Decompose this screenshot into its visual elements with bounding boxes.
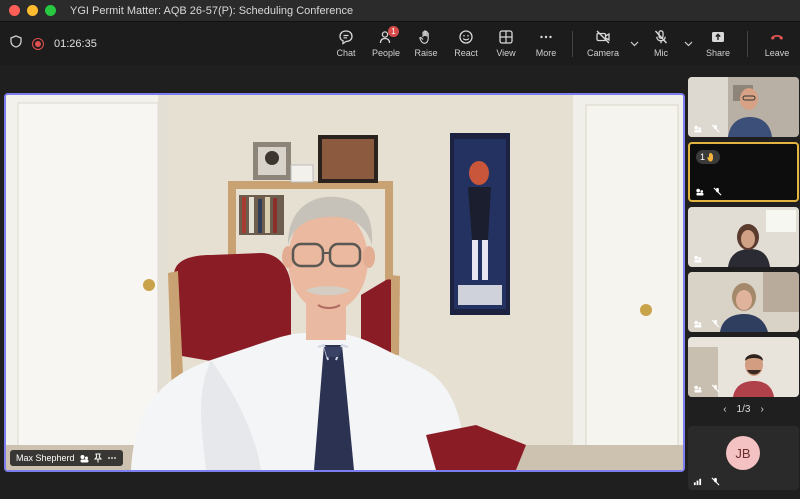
meeting-timer: 01:26:35 xyxy=(54,37,97,50)
people-count-badge: 1 xyxy=(388,26,399,37)
more-options-icon[interactable] xyxy=(107,453,117,463)
more-icon xyxy=(540,35,552,39)
chevron-down-icon xyxy=(684,41,692,46)
raise-hand-icon xyxy=(419,30,429,44)
view-icon xyxy=(499,30,513,44)
close-window-button[interactable] xyxy=(9,5,20,16)
participant-gallery: 1 ‹ 1/3 › JB xyxy=(687,65,800,499)
page-indicator: 1/3 xyxy=(736,404,751,415)
camera-label: Camera xyxy=(586,48,619,58)
mic-off-icon xyxy=(713,187,722,196)
recording-icon xyxy=(32,37,44,50)
mic-off-icon xyxy=(711,319,720,328)
mic-off-icon xyxy=(711,477,720,486)
camera-options-chevron[interactable] xyxy=(627,41,641,47)
toolbar-divider xyxy=(572,30,573,57)
participant-video-feed xyxy=(688,207,799,267)
window-title-bar: YGI Permit Matter: AQB 26-57(P): Schedul… xyxy=(0,0,800,22)
tile-status-icons xyxy=(693,477,720,486)
people-label: People xyxy=(371,48,401,58)
view-label: View xyxy=(496,48,516,58)
camera-off-icon xyxy=(596,30,610,44)
previous-page-button[interactable]: ‹ xyxy=(723,404,726,415)
audio-level-icon xyxy=(80,455,89,463)
meeting-toolbar: 01:26:35 Chat 1 People Raise React View … xyxy=(0,22,800,65)
mic-label: Mic xyxy=(654,48,668,58)
chat-button[interactable]: Chat xyxy=(326,29,366,58)
view-button[interactable]: View xyxy=(486,29,526,58)
speaker-name: Max Shepherd xyxy=(16,453,75,463)
chat-label: Chat xyxy=(336,48,356,58)
avatar: JB xyxy=(726,436,760,470)
react-label: React xyxy=(454,48,478,58)
audio-level-icon xyxy=(694,385,702,393)
mic-button[interactable]: Mic xyxy=(641,29,681,58)
raise-label: Raise xyxy=(414,48,438,58)
chat-icon xyxy=(339,30,353,45)
tile-status-icons xyxy=(693,254,702,263)
chevron-down-icon xyxy=(630,41,638,46)
tile-status-icons xyxy=(693,124,720,133)
phone-hangup-icon xyxy=(771,35,783,40)
shield-icon[interactable] xyxy=(10,34,22,53)
participant-tile-3[interactable] xyxy=(688,207,799,267)
mic-off-icon xyxy=(711,384,720,393)
next-page-button[interactable]: › xyxy=(760,404,763,415)
participant-tile-2[interactable]: 1 xyxy=(688,142,799,202)
mic-options-chevron[interactable] xyxy=(681,41,695,47)
mic-off-icon xyxy=(711,124,720,133)
tile-status-icons xyxy=(693,384,720,393)
audio-level-icon xyxy=(694,125,702,133)
raise-hand-icon xyxy=(707,152,714,162)
window-controls xyxy=(9,5,56,16)
share-label: Share xyxy=(705,48,731,58)
audio-level-icon xyxy=(694,320,702,328)
react-button[interactable]: React xyxy=(446,29,486,58)
pin-icon[interactable] xyxy=(93,453,103,463)
people-button[interactable]: 1 People xyxy=(366,26,406,58)
leave-label: Leave xyxy=(764,48,790,58)
gallery-pager: ‹ 1/3 › xyxy=(687,404,800,415)
react-icon xyxy=(459,30,473,44)
mic-off-icon xyxy=(654,30,668,44)
share-icon xyxy=(712,32,724,42)
audio-level-icon xyxy=(694,255,702,263)
raise-hand-button[interactable]: Raise xyxy=(406,29,446,58)
audio-level-icon xyxy=(696,188,704,196)
participant-tile-4[interactable] xyxy=(688,272,799,332)
more-button[interactable]: More xyxy=(526,29,566,58)
main-speaker-video[interactable]: Max Shepherd xyxy=(4,93,685,472)
participant-tile-5[interactable] xyxy=(688,337,799,397)
signal-icon xyxy=(693,478,702,486)
camera-button[interactable]: Camera xyxy=(579,29,627,58)
leave-button[interactable]: Leave xyxy=(754,29,800,58)
raised-hand-count: 1 xyxy=(700,152,706,162)
tile-status-icons xyxy=(695,187,722,196)
tile-status-icons xyxy=(693,319,720,328)
participant-tile-avatar[interactable]: JB xyxy=(688,426,799,490)
speaker-name-tag: Max Shepherd xyxy=(10,450,123,466)
toolbar-divider xyxy=(747,30,748,57)
raised-hand-indicator: 1 xyxy=(696,150,721,164)
maximize-window-button[interactable] xyxy=(45,5,56,16)
share-button[interactable]: Share xyxy=(695,29,741,58)
participant-tile-1[interactable] xyxy=(688,77,799,137)
more-label: More xyxy=(535,48,557,58)
minimize-window-button[interactable] xyxy=(27,5,38,16)
speaker-video-feed xyxy=(6,95,683,470)
window-title: YGI Permit Matter: AQB 26-57(P): Schedul… xyxy=(70,4,354,17)
